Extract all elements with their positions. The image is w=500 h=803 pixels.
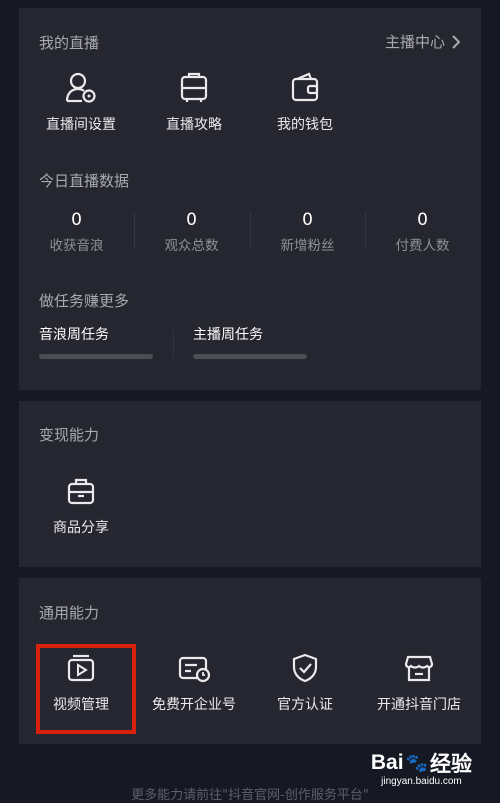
task-progress-bar — [193, 354, 307, 359]
stat-value: 0 — [71, 210, 82, 230]
stat-value: 0 — [302, 210, 313, 230]
anchor-weekly-task[interactable]: 主播周任务 — [193, 324, 307, 359]
stat-total-viewers[interactable]: 0 观众总数 — [134, 210, 249, 254]
stat-paying-users[interactable]: 0 付费人数 — [365, 210, 480, 254]
stat-sound-waves[interactable]: 0 收获音浪 — [19, 210, 134, 254]
task-divider — [173, 330, 174, 358]
official-verification-button[interactable]: 官方认证 — [250, 648, 360, 714]
my-wallet-label: 我的钱包 — [277, 117, 333, 133]
task-label: 主播周任务 — [193, 327, 263, 343]
suitcase-icon — [180, 72, 208, 102]
product-share-button[interactable]: 商品分享 — [26, 471, 136, 537]
stat-label: 观众总数 — [164, 238, 219, 254]
stat-label: 付费人数 — [395, 238, 450, 254]
chevron-right-icon — [452, 34, 461, 49]
stat-value: 0 — [186, 210, 197, 230]
watermark-brand-left: Bai — [370, 751, 404, 774]
stat-new-fans[interactable]: 0 新增粉丝 — [250, 210, 365, 254]
monetize-section-title: 变现能力 — [39, 426, 100, 444]
today-data-title: 今日直播数据 — [39, 172, 130, 190]
business-card-clock-icon — [178, 656, 211, 683]
store-icon — [404, 655, 434, 682]
shield-check-icon — [292, 653, 318, 683]
live-room-settings-label: 直播间设置 — [46, 117, 116, 133]
open-douyin-store-button[interactable]: 开通抖音门店 — [364, 648, 474, 714]
shopping-bag-icon — [67, 478, 95, 505]
free-business-account-label: 免费开企业号 — [152, 697, 236, 713]
open-douyin-store-label: 开通抖音门店 — [377, 697, 461, 713]
live-room-settings-button[interactable]: 直播间设置 — [26, 68, 136, 134]
general-section-title: 通用能力 — [39, 604, 100, 622]
watermark-brand: Bai 🐾 经验 — [371, 748, 472, 778]
free-business-account-button[interactable]: 免费开企业号 — [139, 648, 249, 714]
baidu-jingyan-watermark: Bai 🐾 经验 jingyan.baidu.com — [371, 748, 472, 787]
task-progress-bar — [39, 354, 153, 359]
watermark-brand-right: 经验 — [430, 753, 472, 776]
official-verification-label: 官方认证 — [277, 697, 333, 713]
stat-label: 新增粉丝 — [280, 238, 335, 254]
live-section-title: 我的直播 — [39, 34, 100, 52]
paw-icon: 🐾 — [405, 752, 428, 773]
anchor-center-link[interactable]: 主播中心 — [385, 31, 461, 52]
monetize-card: 变现能力 商品分享 — [19, 401, 481, 567]
highlight-box — [36, 644, 136, 734]
task-label: 音浪周任务 — [39, 327, 109, 343]
stat-value: 0 — [417, 210, 428, 230]
product-share-label: 商品分享 — [53, 520, 109, 536]
sound-wave-weekly-task[interactable]: 音浪周任务 — [39, 324, 153, 359]
user-settings-icon — [65, 72, 96, 103]
watermark-url: jingyan.baidu.com — [381, 776, 462, 787]
stat-label: 收获音浪 — [49, 238, 104, 254]
tasks-title: 做任务赚更多 — [39, 292, 130, 310]
anchor-center-label: 主播中心 — [384, 33, 445, 51]
wallet-icon — [291, 72, 319, 102]
live-strategy-label: 直播攻略 — [166, 117, 222, 133]
my-wallet-button[interactable]: 我的钱包 — [250, 68, 360, 134]
live-strategy-button[interactable]: 直播攻略 — [139, 68, 249, 134]
